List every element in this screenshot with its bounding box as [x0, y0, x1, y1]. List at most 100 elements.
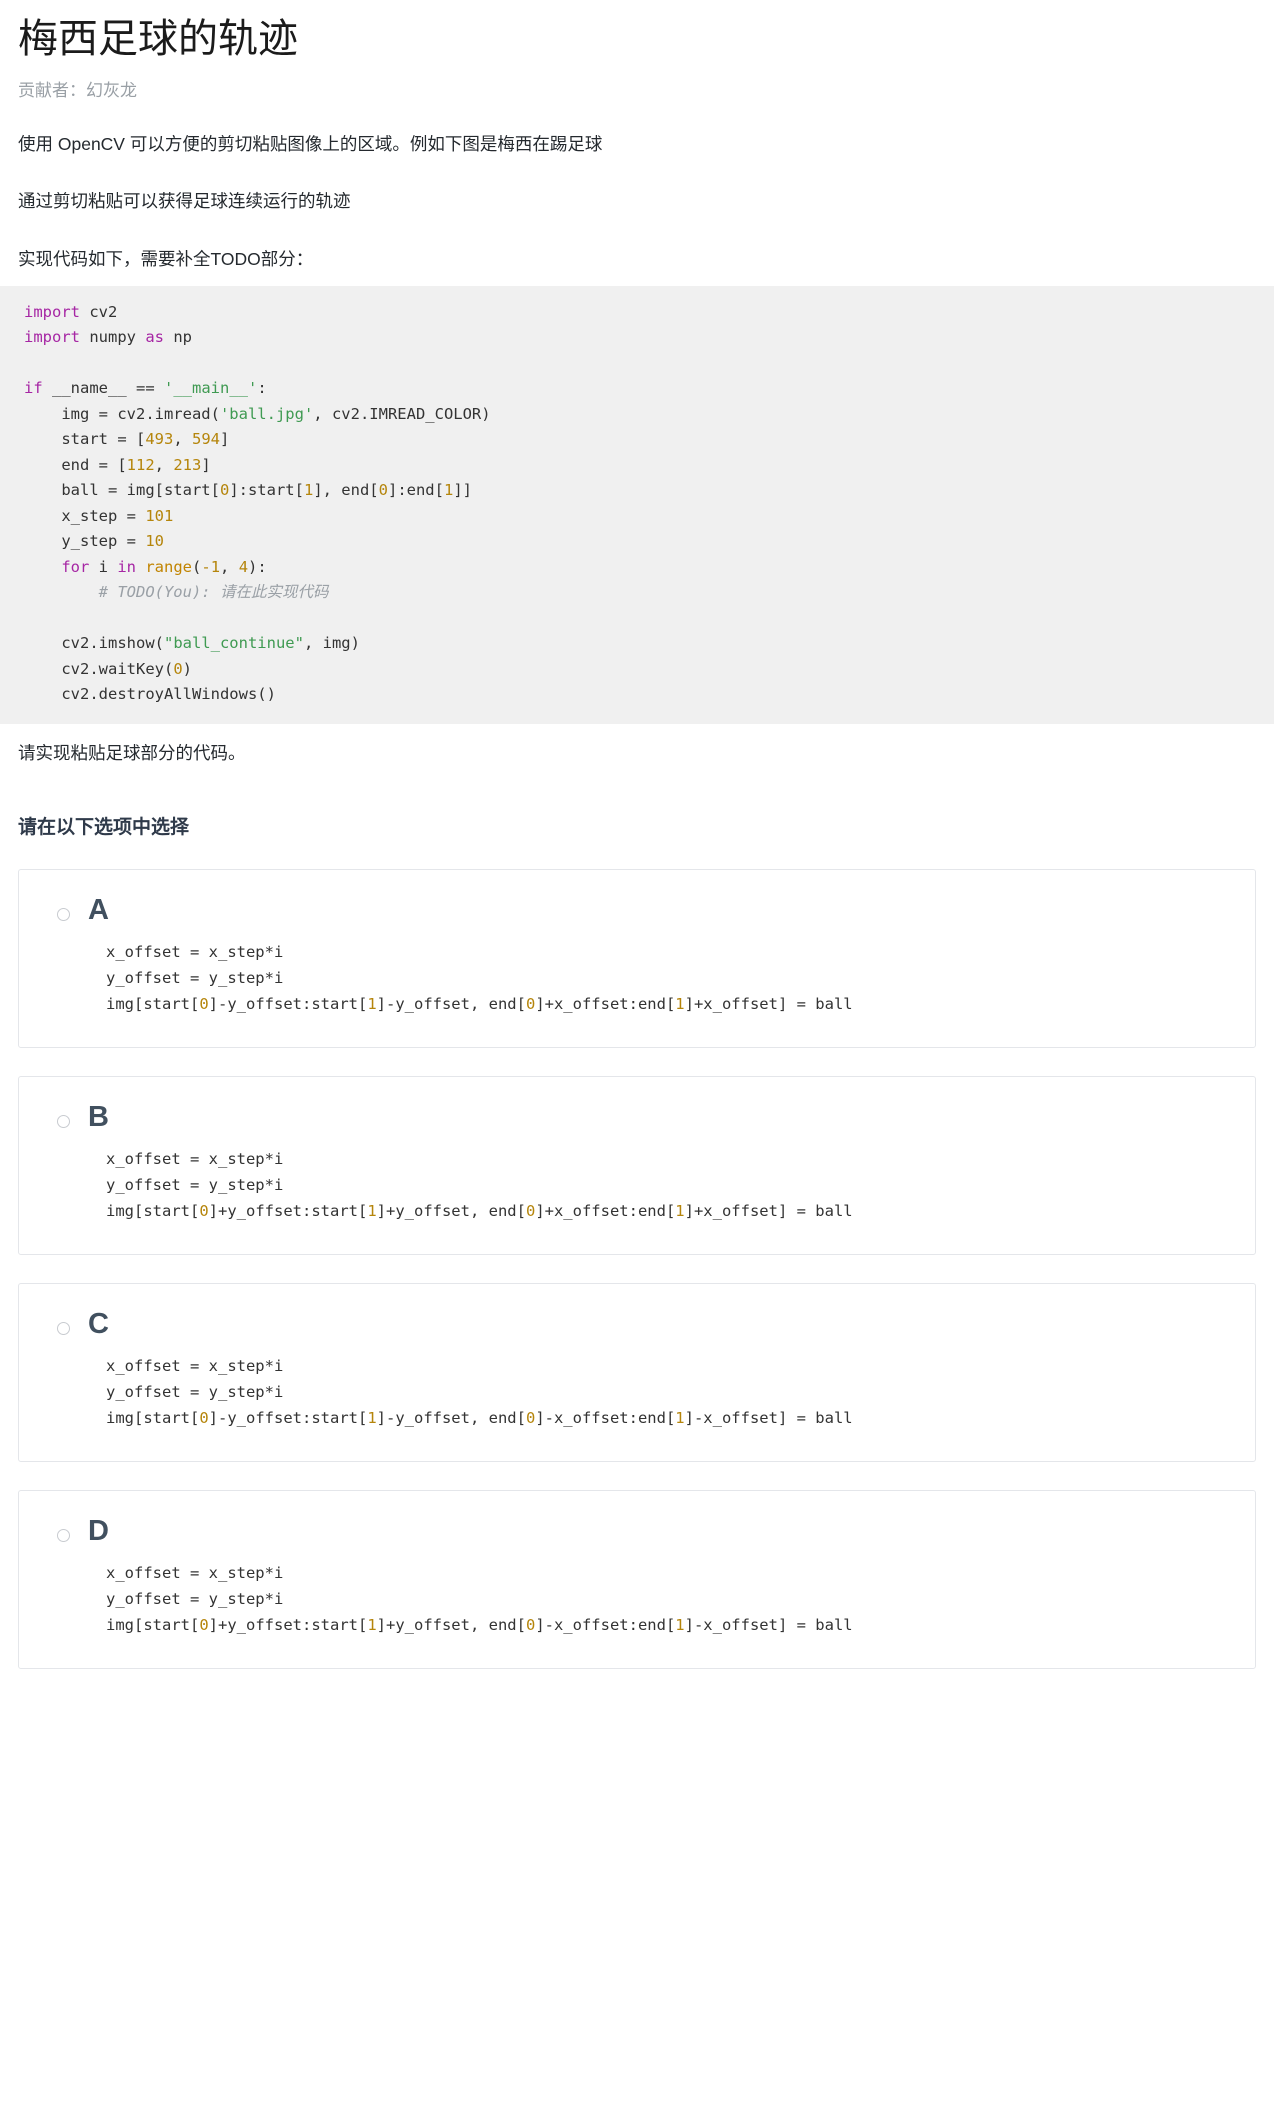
- option-card-d[interactable]: Dx_offset = x_step*i y_offset = y_step*i…: [18, 1490, 1256, 1669]
- code-token: np: [164, 328, 192, 347]
- code-token: 493: [145, 430, 174, 449]
- code-token: ]:end[: [387, 481, 444, 500]
- code-token: ]-y_offset, end[: [376, 995, 526, 1013]
- code-token: 0: [219, 481, 230, 500]
- code-token: 1: [675, 995, 685, 1013]
- code-token: img[start[: [106, 1616, 200, 1634]
- code-token: 1: [367, 995, 377, 1013]
- code-token: import: [24, 302, 80, 321]
- code-token: img[start[: [106, 1409, 200, 1427]
- code-token: ]+y_offset:start[: [208, 1616, 368, 1634]
- code-token: ]+y_offset, end[: [376, 1202, 526, 1220]
- code-token: img[start[: [106, 1202, 200, 1220]
- option-code: x_offset = x_step*i y_offset = y_step*i …: [88, 1353, 1233, 1431]
- radio-button-d[interactable]: [57, 1529, 70, 1542]
- code-token: , cv2.IMREAD_COLOR): [313, 404, 491, 423]
- code-token: ]+y_offset, end[: [376, 1616, 526, 1634]
- code-token: 0: [199, 1409, 209, 1427]
- code-token: ]+x_offset] = ball: [684, 995, 853, 1013]
- code-token: 0: [173, 659, 183, 678]
- code-token: ]: [220, 430, 230, 449]
- code-token: ]+x_offset] = ball: [684, 1202, 853, 1220]
- paragraph-intro-1: 使用 OpenCV 可以方便的剪切粘贴图像上的区域。例如下图是梅西在踢足球: [18, 134, 603, 154]
- code-token: 101: [145, 506, 174, 525]
- code-token: :: [257, 379, 267, 398]
- code-token: ]-x_offset:end[: [535, 1616, 676, 1634]
- code-token: ]: [201, 455, 211, 474]
- code-token: ,: [154, 455, 174, 474]
- code-token: 0: [199, 1202, 209, 1220]
- code-token: '__main__': [164, 379, 258, 398]
- radio-button-c[interactable]: [57, 1322, 70, 1335]
- code-token: 1: [443, 481, 454, 500]
- code-token: ): [182, 659, 192, 678]
- code-token: 1: [303, 481, 314, 500]
- code-token: img = cv2.imread(: [24, 404, 220, 423]
- code-block-content: import cv2 import numpy as np if __name_…: [0, 300, 1274, 708]
- code-token: 0: [525, 1202, 536, 1220]
- code-token: x_offset = x_step*i: [106, 1357, 284, 1375]
- code-token: "ball_continue": [163, 634, 304, 653]
- code-token: cv2: [80, 302, 118, 321]
- code-token: ]]: [453, 481, 472, 500]
- code-block-python: import cv2 import numpy as np if __name_…: [0, 285, 1274, 724]
- option-letter: B: [88, 1101, 109, 1133]
- option-body: Ax_offset = x_step*i y_offset = y_step*i…: [88, 896, 1233, 1017]
- code-token: 0: [199, 1616, 209, 1634]
- code-token: ]:start[: [229, 481, 304, 500]
- code-token: 0: [378, 481, 388, 500]
- code-token: end = [: [24, 455, 127, 474]
- code-token: x_step =: [24, 506, 146, 525]
- radio-button-b[interactable]: [57, 1115, 70, 1128]
- code-token: start = [: [24, 430, 146, 449]
- code-token: ]+x_offset:end[: [535, 995, 676, 1013]
- code-token: y_step =: [24, 532, 146, 551]
- code-token: -1: [201, 557, 221, 576]
- option-code: x_offset = x_step*i y_offset = y_step*i …: [88, 939, 1233, 1017]
- code-token: # TODO(You): 请在此实现代码: [24, 583, 329, 602]
- code-token: 213: [173, 455, 202, 474]
- option-card-c[interactable]: Cx_offset = x_step*i y_offset = y_step*i…: [18, 1283, 1256, 1462]
- code-token: y_offset = y_step*i: [106, 1383, 284, 1401]
- paragraph-instruction: 请实现粘贴足球部分的代码。: [18, 742, 246, 763]
- code-token: range: [145, 557, 193, 576]
- code-token: ]-x_offset] = ball: [684, 1616, 853, 1634]
- code-token: 1: [675, 1616, 685, 1634]
- code-token: for: [61, 557, 90, 576]
- code-token: y_offset = y_step*i: [106, 969, 284, 987]
- code-token: ]-y_offset:start[: [208, 1409, 368, 1427]
- code-token: y_offset = y_step*i: [106, 1590, 284, 1608]
- code-token: 1: [367, 1616, 377, 1634]
- code-token: ]-y_offset, end[: [376, 1409, 526, 1427]
- code-token: 4: [238, 557, 249, 576]
- code-token: , img): [303, 634, 360, 653]
- code-token: x_offset = x_step*i: [106, 1150, 284, 1168]
- exercise-page: 梅西足球的轨迹 贡献者：幻灰龙 使用 OpenCV 可以方便的剪切粘贴图像上的区…: [0, 0, 1274, 1669]
- code-token: numpy: [80, 328, 146, 347]
- contributor-line: 贡献者：幻灰龙: [18, 81, 137, 100]
- code-token: ball = img[start[: [24, 481, 220, 500]
- code-token: cv2.waitKey(: [24, 659, 174, 678]
- intro-paragraphs: 使用 OpenCV 可以方便的剪切粘贴图像上的区域。例如下图是梅西在踢足球 通过…: [0, 131, 1274, 272]
- code-token: __name__ ==: [42, 379, 164, 398]
- code-token: 0: [525, 995, 536, 1013]
- code-token: as: [145, 328, 164, 347]
- code-token: cv2.destroyAllWindows(): [24, 685, 276, 704]
- code-token: ], end[: [313, 481, 379, 500]
- code-token: y_offset = y_step*i: [106, 1176, 284, 1194]
- question-heading: 请在以下选项中选择: [18, 817, 190, 838]
- option-card-b[interactable]: Bx_offset = x_step*i y_offset = y_step*i…: [18, 1076, 1256, 1255]
- radio-button-a[interactable]: [57, 908, 70, 921]
- code-token: ]-x_offset] = ball: [684, 1409, 853, 1427]
- code-token: img[start[: [106, 995, 200, 1013]
- article-header: 梅西足球的轨迹 贡献者：幻灰龙: [0, 14, 1274, 101]
- option-card-a[interactable]: Ax_offset = x_step*i y_offset = y_step*i…: [18, 869, 1256, 1048]
- paragraph-intro-2: 通过剪切粘贴可以获得足球连续运行的轨迹: [18, 191, 351, 212]
- code-token: in: [117, 557, 136, 576]
- code-token: ]-x_offset:end[: [535, 1409, 676, 1427]
- code-token: import: [24, 328, 80, 347]
- code-token: 1: [675, 1409, 685, 1427]
- code-token: i: [89, 557, 118, 576]
